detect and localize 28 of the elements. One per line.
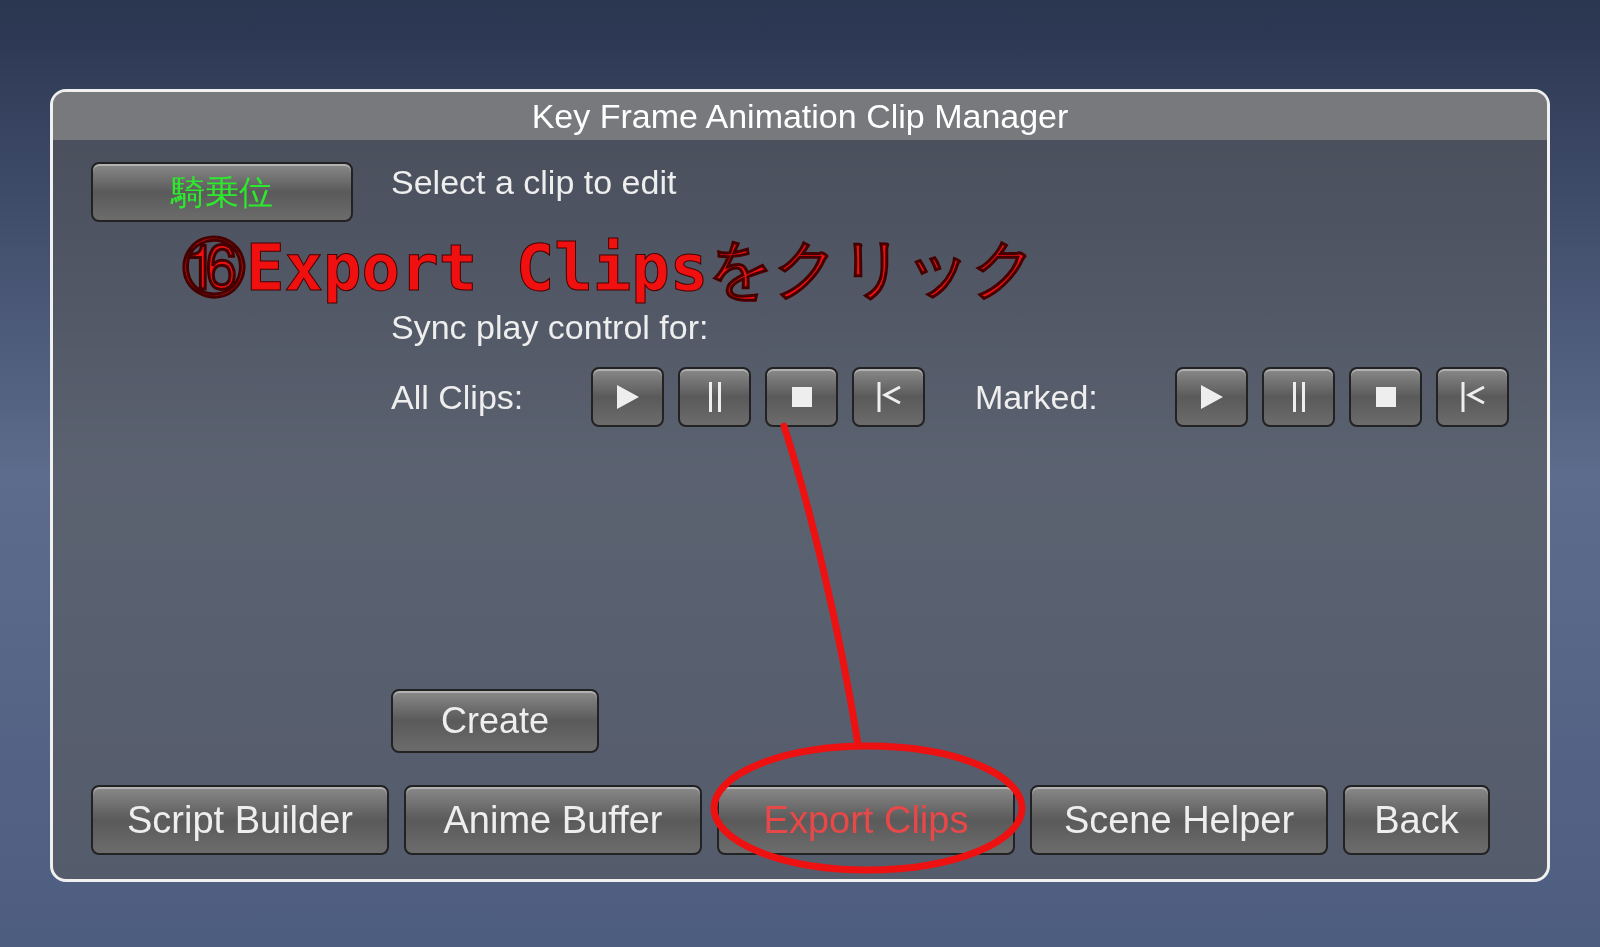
play-button[interactable] <box>591 367 664 427</box>
menu-button[interactable]: Back <box>1343 785 1490 855</box>
character-button[interactable]: 騎乗位 <box>91 162 353 222</box>
play-button[interactable] <box>1175 367 1248 427</box>
sync-heading: Sync play control for: <box>391 307 710 347</box>
rewind-button[interactable] <box>852 367 925 427</box>
pause-icon <box>707 382 722 412</box>
menu-button[interactable]: Anime Buffer <box>404 785 702 855</box>
stop-button[interactable] <box>765 367 838 427</box>
group-label: All Clips: <box>391 376 525 418</box>
pause-icon <box>1291 382 1306 412</box>
stop-button[interactable] <box>1349 367 1422 427</box>
skip-to-start-icon <box>875 382 902 412</box>
prompt-text: Select a clip to edit <box>391 162 678 202</box>
pause-button[interactable] <box>1262 367 1335 427</box>
stop-icon <box>1375 387 1396 407</box>
rewind-button[interactable] <box>1436 367 1509 427</box>
menu-button[interactable]: Script Builder <box>91 785 389 855</box>
pause-button[interactable] <box>678 367 751 427</box>
group-label: Marked: <box>975 376 1099 418</box>
create-button[interactable]: Create <box>391 689 599 753</box>
window-title: Key Frame Animation Clip Manager <box>53 92 1547 140</box>
play-icon <box>1198 383 1225 411</box>
annotation-text: ⑯Export Clipsをクリック <box>182 230 1039 307</box>
menu-button[interactable]: Scene Helper <box>1030 785 1328 855</box>
skip-to-start-icon <box>1459 382 1486 412</box>
stop-icon <box>791 387 812 407</box>
play-icon <box>614 383 641 411</box>
